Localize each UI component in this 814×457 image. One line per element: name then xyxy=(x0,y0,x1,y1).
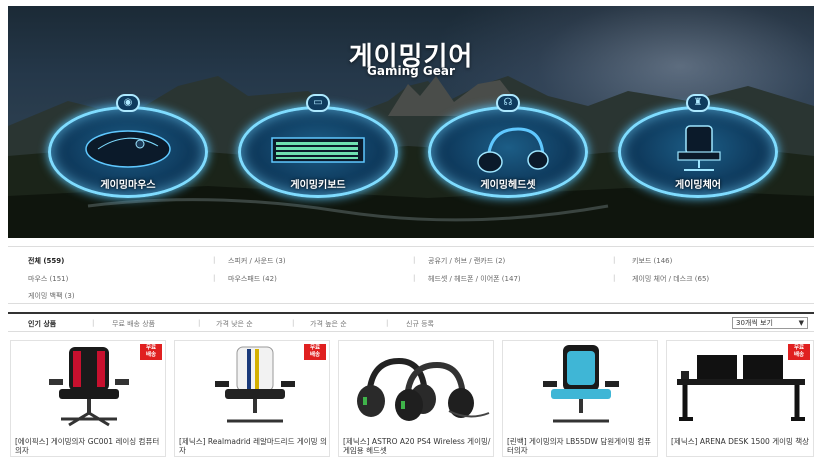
category-badge-mouse[interactable]: ◉ 게이밍마우스 xyxy=(48,94,208,204)
product-name[interactable]: [에이픽스] 게이밍의자 GC001 레이싱 컴퓨터의자 xyxy=(15,437,165,455)
product-name[interactable]: [제닉스] ARENA DESK 1500 게이밍 책상 xyxy=(671,437,813,446)
free-shipping-badge: 무료 배송 xyxy=(788,344,810,360)
gaming-headset-image xyxy=(477,127,549,173)
product-name[interactable]: [린백] 게이밍의자 LB55DW 담원게이밍 컴퓨터의자 xyxy=(507,437,657,455)
product-card[interactable]: [린백] 게이밍의자 LB55DW 담원게이밍 컴퓨터의자 xyxy=(502,340,658,457)
category-badge-keyboard[interactable]: ▭ 게이밍키보드 xyxy=(238,94,398,204)
filter-speaker[interactable]: 스피커 / 사운드 (3) xyxy=(228,256,286,266)
sort-popular[interactable]: 인기 상품 xyxy=(28,319,56,329)
gaming-chair-image xyxy=(677,125,721,171)
category-filter-list: 전체 (559) | 스피커 / 사운드 (3) | 공유기 / 허브 / 랜카… xyxy=(8,246,814,304)
filter-all[interactable]: 전체 (559) xyxy=(28,256,64,266)
chevron-down-icon: ▼ xyxy=(798,319,804,327)
chair-icon: ♜ xyxy=(686,94,710,112)
category-badge-headset[interactable]: ☊ 게이밍헤드셋 xyxy=(428,94,588,204)
filter-chair-desk[interactable]: 게이밍 체어 / 데스크 (65) xyxy=(632,274,709,284)
sort-bar: 인기 상품 | 무료 배송 상품 | 가격 낮은 순 | 가격 높은 순 | 신… xyxy=(8,312,814,332)
filter-mousepad[interactable]: 마우스패드 (42) xyxy=(228,274,277,284)
product-card[interactable]: 무료 배송 [제닉스] Realmadrid 레알마드리드 게이밍 의자 xyxy=(174,340,330,457)
product-image-headset xyxy=(357,357,490,421)
gaming-keyboard-image xyxy=(271,137,365,163)
sort-price-low[interactable]: 가격 낮은 순 xyxy=(216,319,253,329)
free-shipping-badge: 무료 배송 xyxy=(304,344,326,360)
filter-router[interactable]: 공유기 / 허브 / 랜카드 (2) xyxy=(428,256,505,266)
free-shipping-badge: 무료 배송 xyxy=(140,344,162,360)
product-card[interactable]: [제닉스] ASTRO A20 PS4 Wireless 게이밍/게임용 헤드셋 xyxy=(338,340,494,457)
product-card[interactable]: 무료 배송 [에이픽스] 게이밍의자 GC001 레이싱 컴퓨터의자 xyxy=(10,340,166,457)
hero-banner: 게이밍기어 Gaming Gear ◉ 게이밍마우스 ▭ 게이밍키보드 ☊ 게이… xyxy=(8,6,814,238)
filter-mouse[interactable]: 마우스 (151) xyxy=(28,274,68,284)
category-label-mouse: 게이밍마우스 xyxy=(100,180,156,191)
mouse-icon: ◉ xyxy=(116,94,140,112)
product-card[interactable]: 무료 배송 [제닉스] ARENA DESK 1500 게이밍 책상 xyxy=(666,340,814,457)
sort-new[interactable]: 신규 등록 xyxy=(406,319,434,329)
product-image-chair-blue xyxy=(543,345,619,423)
category-label-headset: 게이밍헤드셋 xyxy=(480,180,536,191)
filter-backpack[interactable]: 게이밍 백팩 (3) xyxy=(28,291,75,301)
product-name[interactable]: [제닉스] ASTRO A20 PS4 Wireless 게이밍/게임용 헤드셋 xyxy=(343,437,493,455)
product-name[interactable]: [제닉스] Realmadrid 레알마드리드 게이밍 의자 xyxy=(179,437,329,455)
category-label-chair: 게이밍체어 xyxy=(675,180,721,191)
sort-price-high[interactable]: 가격 높은 순 xyxy=(310,319,347,329)
filter-headset[interactable]: 헤드셋 / 헤드폰 / 이어폰 (147) xyxy=(428,274,521,284)
filter-keyboard[interactable]: 키보드 (146) xyxy=(632,256,672,266)
page: 게이밍기어 Gaming Gear ◉ 게이밍마우스 ▭ 게이밍키보드 ☊ 게이… xyxy=(8,6,814,457)
category-label-keyboard: 게이밍키보드 xyxy=(290,180,346,191)
keyboard-icon: ▭ xyxy=(306,94,330,112)
hero-subtitle: Gaming Gear xyxy=(367,64,455,78)
sort-free-shipping[interactable]: 무료 배송 상품 xyxy=(112,319,155,329)
view-count-select[interactable]: 30개씩 보기 ▼ xyxy=(732,317,808,329)
gaming-mouse-image xyxy=(85,130,171,168)
headset-icon: ☊ xyxy=(496,94,520,112)
category-badge-chair[interactable]: ♜ 게이밍체어 xyxy=(618,94,778,204)
